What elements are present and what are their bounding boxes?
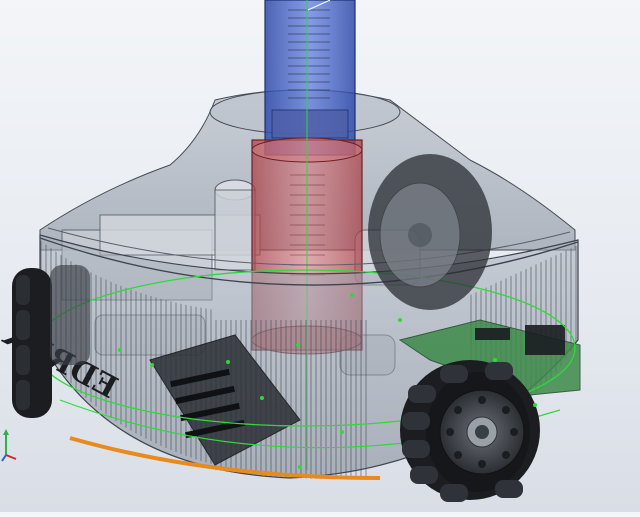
pcb-right-chip	[525, 325, 565, 355]
view-orientation-triad[interactable]	[0, 425, 22, 465]
omni-wheel-back	[368, 154, 492, 310]
omni-wheel-left	[12, 265, 90, 418]
z-axis-arrow	[3, 429, 9, 435]
screw-nut	[271, 109, 349, 139]
x-axis	[5, 454, 17, 460]
triad-axes	[1, 429, 17, 462]
cad-3d-viewport[interactable]: EDREK	[0, 0, 640, 512]
y-axis	[1, 454, 7, 462]
internal-cylinder-body	[214, 189, 256, 271]
pcb-right-chip-2	[475, 328, 510, 340]
robot-base-model[interactable]: EDREK	[0, 0, 640, 512]
omni-wheel-front	[400, 360, 540, 502]
